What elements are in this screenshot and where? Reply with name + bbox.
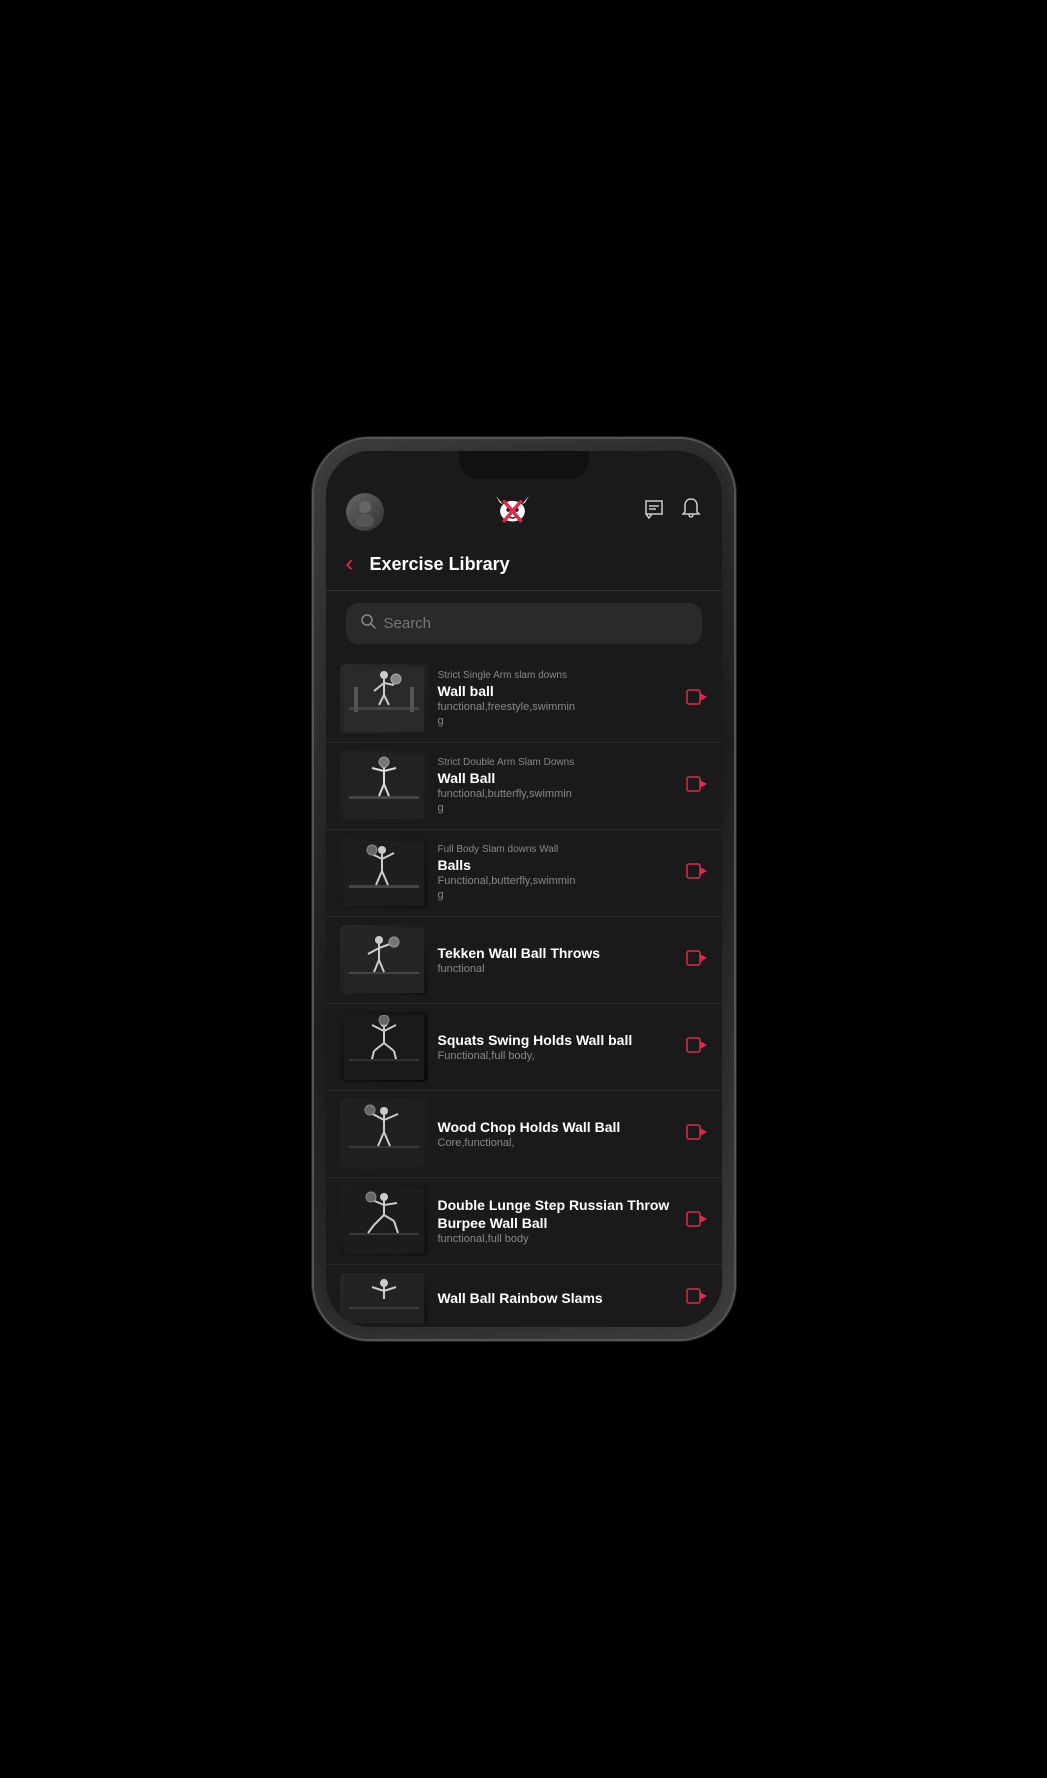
exercise-tags: functional,freestyle,swimming (438, 700, 676, 729)
exercise-list: Strict Single Arm slam downs Wall ball f… (326, 656, 722, 1327)
video-icon[interactable] (686, 688, 708, 711)
list-item[interactable]: Full Body Slam downs Wall Balls Function… (326, 830, 722, 917)
video-icon[interactable] (686, 1123, 708, 1146)
exercise-tags: functional (438, 962, 676, 976)
search-input[interactable] (384, 615, 688, 632)
search-bar (326, 591, 722, 656)
exercise-title: Wall ball (438, 682, 676, 700)
list-item[interactable]: Squats Swing Holds Wall ball Functional,… (326, 1004, 722, 1091)
exercise-thumbnail (340, 1012, 428, 1082)
video-icon[interactable] (686, 1210, 708, 1233)
exercise-thumbnail (340, 838, 428, 908)
app-logo (485, 489, 540, 534)
exercise-info: Full Body Slam downs Wall Balls Function… (438, 844, 676, 903)
exercise-info: Double Lunge Step Russian Throw Burpee W… (438, 1196, 676, 1247)
exercise-info: Tekken Wall Ball Throws functional (438, 944, 676, 976)
phone-frame: ‹ Exercise Library (314, 439, 734, 1339)
search-input-wrap[interactable] (346, 603, 702, 644)
exercise-info: Strict Single Arm slam downs Wall ball f… (438, 670, 676, 729)
list-item[interactable]: Tekken Wall Ball Throws functional (326, 917, 722, 1004)
chat-icon[interactable] (642, 497, 666, 527)
avatar[interactable] (346, 493, 384, 531)
exercise-tags: functional,full body (438, 1232, 676, 1246)
exercise-tags: Functional,full body, (438, 1049, 676, 1063)
screen: ‹ Exercise Library (326, 451, 722, 1327)
header-icons (642, 497, 702, 527)
exercise-title: Double Lunge Step Russian Throw Burpee W… (438, 1196, 676, 1232)
list-item[interactable]: Strict Double Arm Slam Downs Wall Ball f… (326, 743, 722, 830)
search-icon (360, 613, 376, 634)
exercise-info: Strict Double Arm Slam Downs Wall Ball f… (438, 757, 676, 816)
exercise-tags: functional,butterfly,swimming (438, 787, 676, 816)
exercise-title: Wall Ball Rainbow Slams (438, 1289, 676, 1307)
exercise-thumbnail (340, 925, 428, 995)
exercise-title: Balls (438, 856, 676, 874)
exercise-thumbnail (340, 1099, 428, 1169)
video-icon[interactable] (686, 1036, 708, 1059)
exercise-subtitle: Full Body Slam downs Wall (438, 844, 676, 856)
bell-icon[interactable] (680, 497, 702, 527)
exercise-info: Wall Ball Rainbow Slams (438, 1289, 676, 1307)
notch (459, 451, 589, 479)
exercise-info: Wood Chop Holds Wall Ball Core,functiona… (438, 1118, 676, 1150)
video-icon[interactable] (686, 862, 708, 885)
exercise-thumbnail (340, 1186, 428, 1256)
exercise-subtitle: Strict Double Arm Slam Downs (438, 757, 676, 769)
exercise-tags: Core,functional, (438, 1136, 676, 1150)
exercise-title: Wall Ball (438, 769, 676, 787)
list-item[interactable]: Strict Single Arm slam downs Wall ball f… (326, 656, 722, 743)
exercise-title: Squats Swing Holds Wall ball (438, 1031, 676, 1049)
video-icon[interactable] (686, 949, 708, 972)
list-item[interactable]: Double Lunge Step Russian Throw Burpee W… (326, 1178, 722, 1265)
exercise-thumbnail (340, 664, 428, 734)
list-item[interactable]: Wood Chop Holds Wall Ball Core,functiona… (326, 1091, 722, 1178)
phone-inner: ‹ Exercise Library (326, 451, 722, 1327)
nav-bar: ‹ Exercise Library (326, 544, 722, 591)
exercise-subtitle: Strict Single Arm slam downs (438, 670, 676, 682)
exercise-tags: Functional,butterfly,swimming (438, 874, 676, 903)
avatar-image (346, 493, 384, 531)
exercise-thumbnail (340, 751, 428, 821)
video-icon[interactable] (686, 1287, 708, 1310)
video-icon[interactable] (686, 775, 708, 798)
page-title: Exercise Library (370, 554, 510, 575)
exercise-info: Squats Swing Holds Wall ball Functional,… (438, 1031, 676, 1063)
exercise-thumbnail (340, 1273, 428, 1323)
exercise-title: Wood Chop Holds Wall Ball (438, 1118, 676, 1136)
exercise-title: Tekken Wall Ball Throws (438, 944, 676, 962)
list-item[interactable]: Wall Ball Rainbow Slams (326, 1265, 722, 1327)
back-button[interactable]: ‹ (346, 550, 354, 578)
